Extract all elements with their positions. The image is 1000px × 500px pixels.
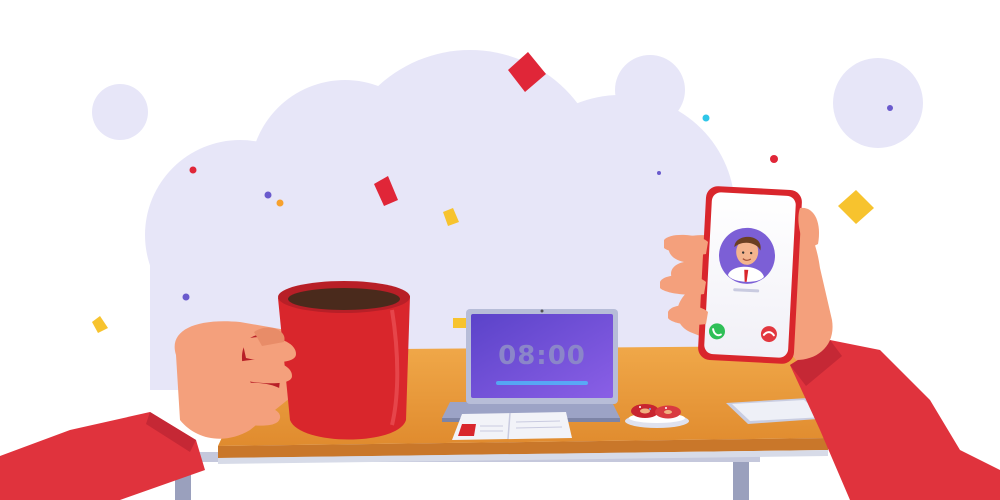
scene-svg: 08:00: [0, 50, 1000, 500]
laptop[interactable]: 08:00: [442, 309, 620, 422]
notebook: [452, 412, 572, 440]
illustration-scene: 08:00: [0, 0, 1000, 500]
bubble-left: [92, 84, 148, 140]
laptop-clock: 08:00: [498, 341, 586, 371]
smartphone[interactable]: [698, 186, 803, 365]
bubble-right: [833, 58, 923, 148]
